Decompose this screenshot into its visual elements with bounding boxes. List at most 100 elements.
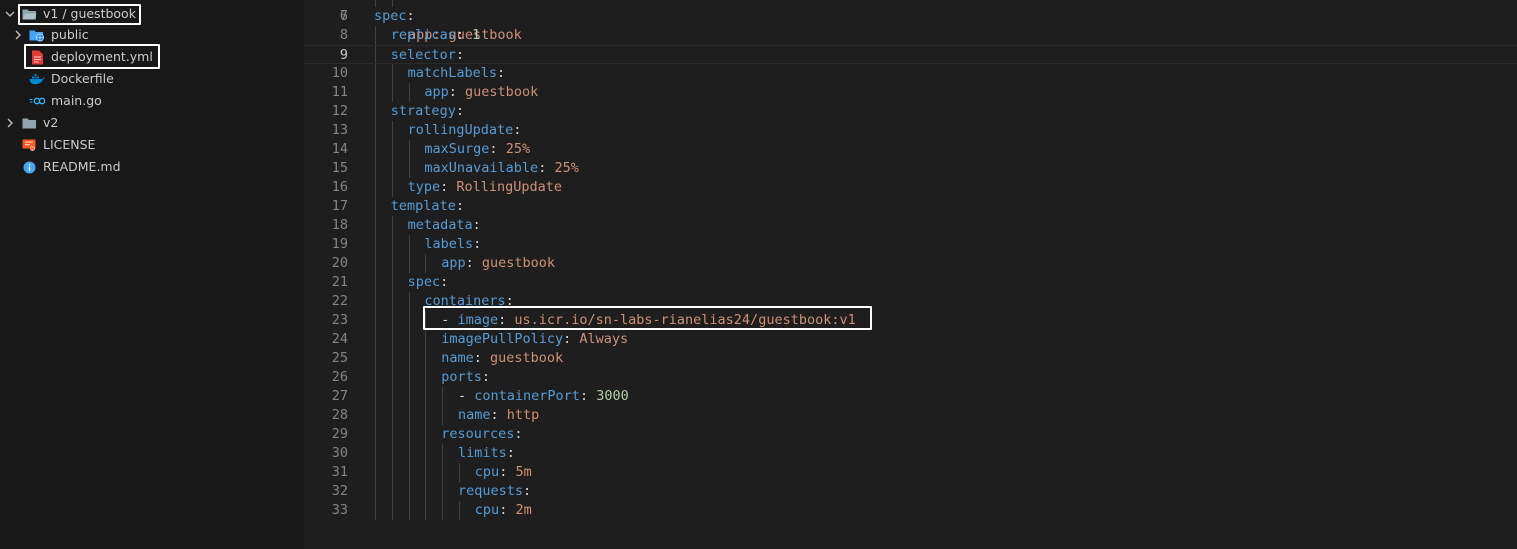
line-number: 21 [331, 274, 348, 290]
yaml-file-icon [29, 46, 45, 68]
chevron-down-icon[interactable] [4, 3, 16, 25]
code-text: - containerPort: 3000 [458, 387, 629, 406]
code-line[interactable]: 8 replicas: 1 [304, 26, 1517, 45]
code-line[interactable]: 20 app: guestbook [304, 254, 1517, 273]
code-token: : [448, 84, 466, 100]
line-number: 31 [331, 464, 348, 480]
code-line[interactable]: 25 name: guestbook [304, 349, 1517, 368]
code-text: replicas: 1 [391, 26, 480, 45]
code-token: http [506, 407, 540, 423]
tree-item-deployment-yml[interactable]: deployment.yml [0, 46, 304, 68]
line-number: 20 [331, 255, 348, 271]
code-token: : [499, 502, 516, 518]
code-line[interactable]: 7 spec: [304, 7, 1517, 26]
code-token: resources [441, 426, 515, 442]
code-line[interactable]: 26 ports: [304, 368, 1517, 387]
code-token: 5m [515, 464, 532, 480]
code-text: cpu: 2m [475, 501, 532, 520]
line-number: 9 [339, 47, 348, 63]
line-number: 16 [331, 179, 348, 195]
code-text: strategy: [391, 102, 464, 121]
code-text: containers: [424, 292, 513, 311]
code-token: : [455, 47, 464, 63]
tree-item-v1-guestbook[interactable]: v1 / guestbook [0, 3, 304, 25]
tree-item-label: v2 [43, 115, 59, 130]
code-token: 1 [472, 27, 481, 43]
tree-item-label: Dockerfile [51, 71, 114, 86]
code-line[interactable]: 33 cpu: 2m [304, 501, 1517, 520]
line-number: 15 [331, 160, 348, 176]
code-editor[interactable]: 6 app: guestbook 7 spec: 8 replicas: 1 9 sele… [304, 0, 1517, 549]
code-line[interactable]: 9 selector: [304, 45, 1517, 64]
line-number: 29 [331, 426, 348, 442]
info-icon [21, 156, 37, 178]
code-token: limits [458, 445, 507, 461]
code-token: : [473, 350, 490, 366]
code-text: cpu: 5m [475, 463, 532, 482]
code-token: : [473, 236, 482, 252]
code-text: matchLabels: [408, 64, 506, 83]
code-line[interactable]: 17 template: [304, 197, 1517, 216]
code-text: labels: [424, 235, 481, 254]
code-line[interactable]: 13 rollingUpdate: [304, 121, 1517, 140]
code-token: - [441, 312, 458, 328]
tree-item-v2[interactable]: v2 [0, 112, 304, 134]
chevron-right-icon[interactable] [12, 24, 24, 46]
code-token: imagePullPolicy [441, 331, 564, 347]
code-line[interactable]: 27 - containerPort: 3000 [304, 387, 1517, 406]
code-line[interactable]: 16 type: RollingUpdate [304, 178, 1517, 197]
code-line[interactable]: 32 requests: [304, 482, 1517, 501]
code-line[interactable]: 28 name: http [304, 406, 1517, 425]
code-token: strategy [390, 103, 456, 119]
line-number: 11 [331, 84, 348, 100]
code-token: name [458, 407, 491, 423]
code-token: maxUnavailable [424, 160, 539, 176]
line-number: 12 [331, 103, 348, 119]
chevron-right-icon[interactable] [4, 112, 16, 134]
code-token: : [579, 388, 597, 404]
tree-item-public[interactable]: public [0, 24, 304, 46]
code-line[interactable]: 15 maxUnavailable: 25% [304, 159, 1517, 178]
tree-item-license[interactable]: LICENSE [0, 134, 304, 156]
tree-item-label: v1 / guestbook [43, 6, 136, 21]
code-token: guestbook [465, 84, 539, 100]
code-token: app [441, 255, 466, 271]
code-line[interactable]: 14 maxSurge: 25% [304, 140, 1517, 159]
code-line[interactable]: 11 app: guestbook [304, 83, 1517, 102]
folder-globe-icon [29, 24, 45, 46]
code-text: name: guestbook [441, 349, 563, 368]
code-token: image [457, 312, 499, 328]
code-token: us.icr.io/sn-labs-rianelias24/guestbook:… [514, 312, 856, 328]
code-token: type [407, 179, 441, 195]
code-line[interactable]: 24 imagePullPolicy: Always [304, 330, 1517, 349]
code-token: guestbook [489, 350, 564, 366]
code-line[interactable]: 21 spec: [304, 273, 1517, 292]
tree-item-dockerfile[interactable]: Dockerfile [0, 68, 304, 90]
code-line[interactable]: 10 matchLabels: [304, 64, 1517, 83]
code-token: : [455, 27, 473, 43]
code-line[interactable]: 18 metadata: [304, 216, 1517, 235]
docker-icon [29, 68, 45, 90]
folder-open-icon [21, 3, 37, 25]
code-token: guestbook [481, 255, 555, 271]
tree-item-readme[interactable]: README.md [0, 156, 304, 178]
code-token: : [489, 141, 506, 157]
code-token: template [390, 198, 456, 214]
code-text: limits: [458, 444, 515, 463]
code-line[interactable]: 30 limits: [304, 444, 1517, 463]
code-text: app: guestbook [424, 83, 538, 102]
code-text: maxUnavailable: 25% [424, 159, 578, 178]
code-line[interactable]: 23 - image: us.icr.io/sn-labs-rianelias24… [304, 311, 1517, 330]
code-line[interactable]: 29 resources: [304, 425, 1517, 444]
code-token: : [440, 274, 449, 290]
code-line[interactable]: 12 strategy: [304, 102, 1517, 121]
code-token: : [505, 293, 514, 309]
code-token: : [514, 426, 523, 442]
code-line[interactable]: 19 labels: [304, 235, 1517, 254]
line-number: 17 [331, 198, 348, 214]
code-text: type: RollingUpdate [408, 178, 562, 197]
code-line[interactable]: 31 cpu: 5m [304, 463, 1517, 482]
code-line[interactable]: 22 containers: [304, 292, 1517, 311]
code-token: requests [458, 483, 524, 499]
tree-item-main-go[interactable]: main.go [0, 90, 304, 112]
